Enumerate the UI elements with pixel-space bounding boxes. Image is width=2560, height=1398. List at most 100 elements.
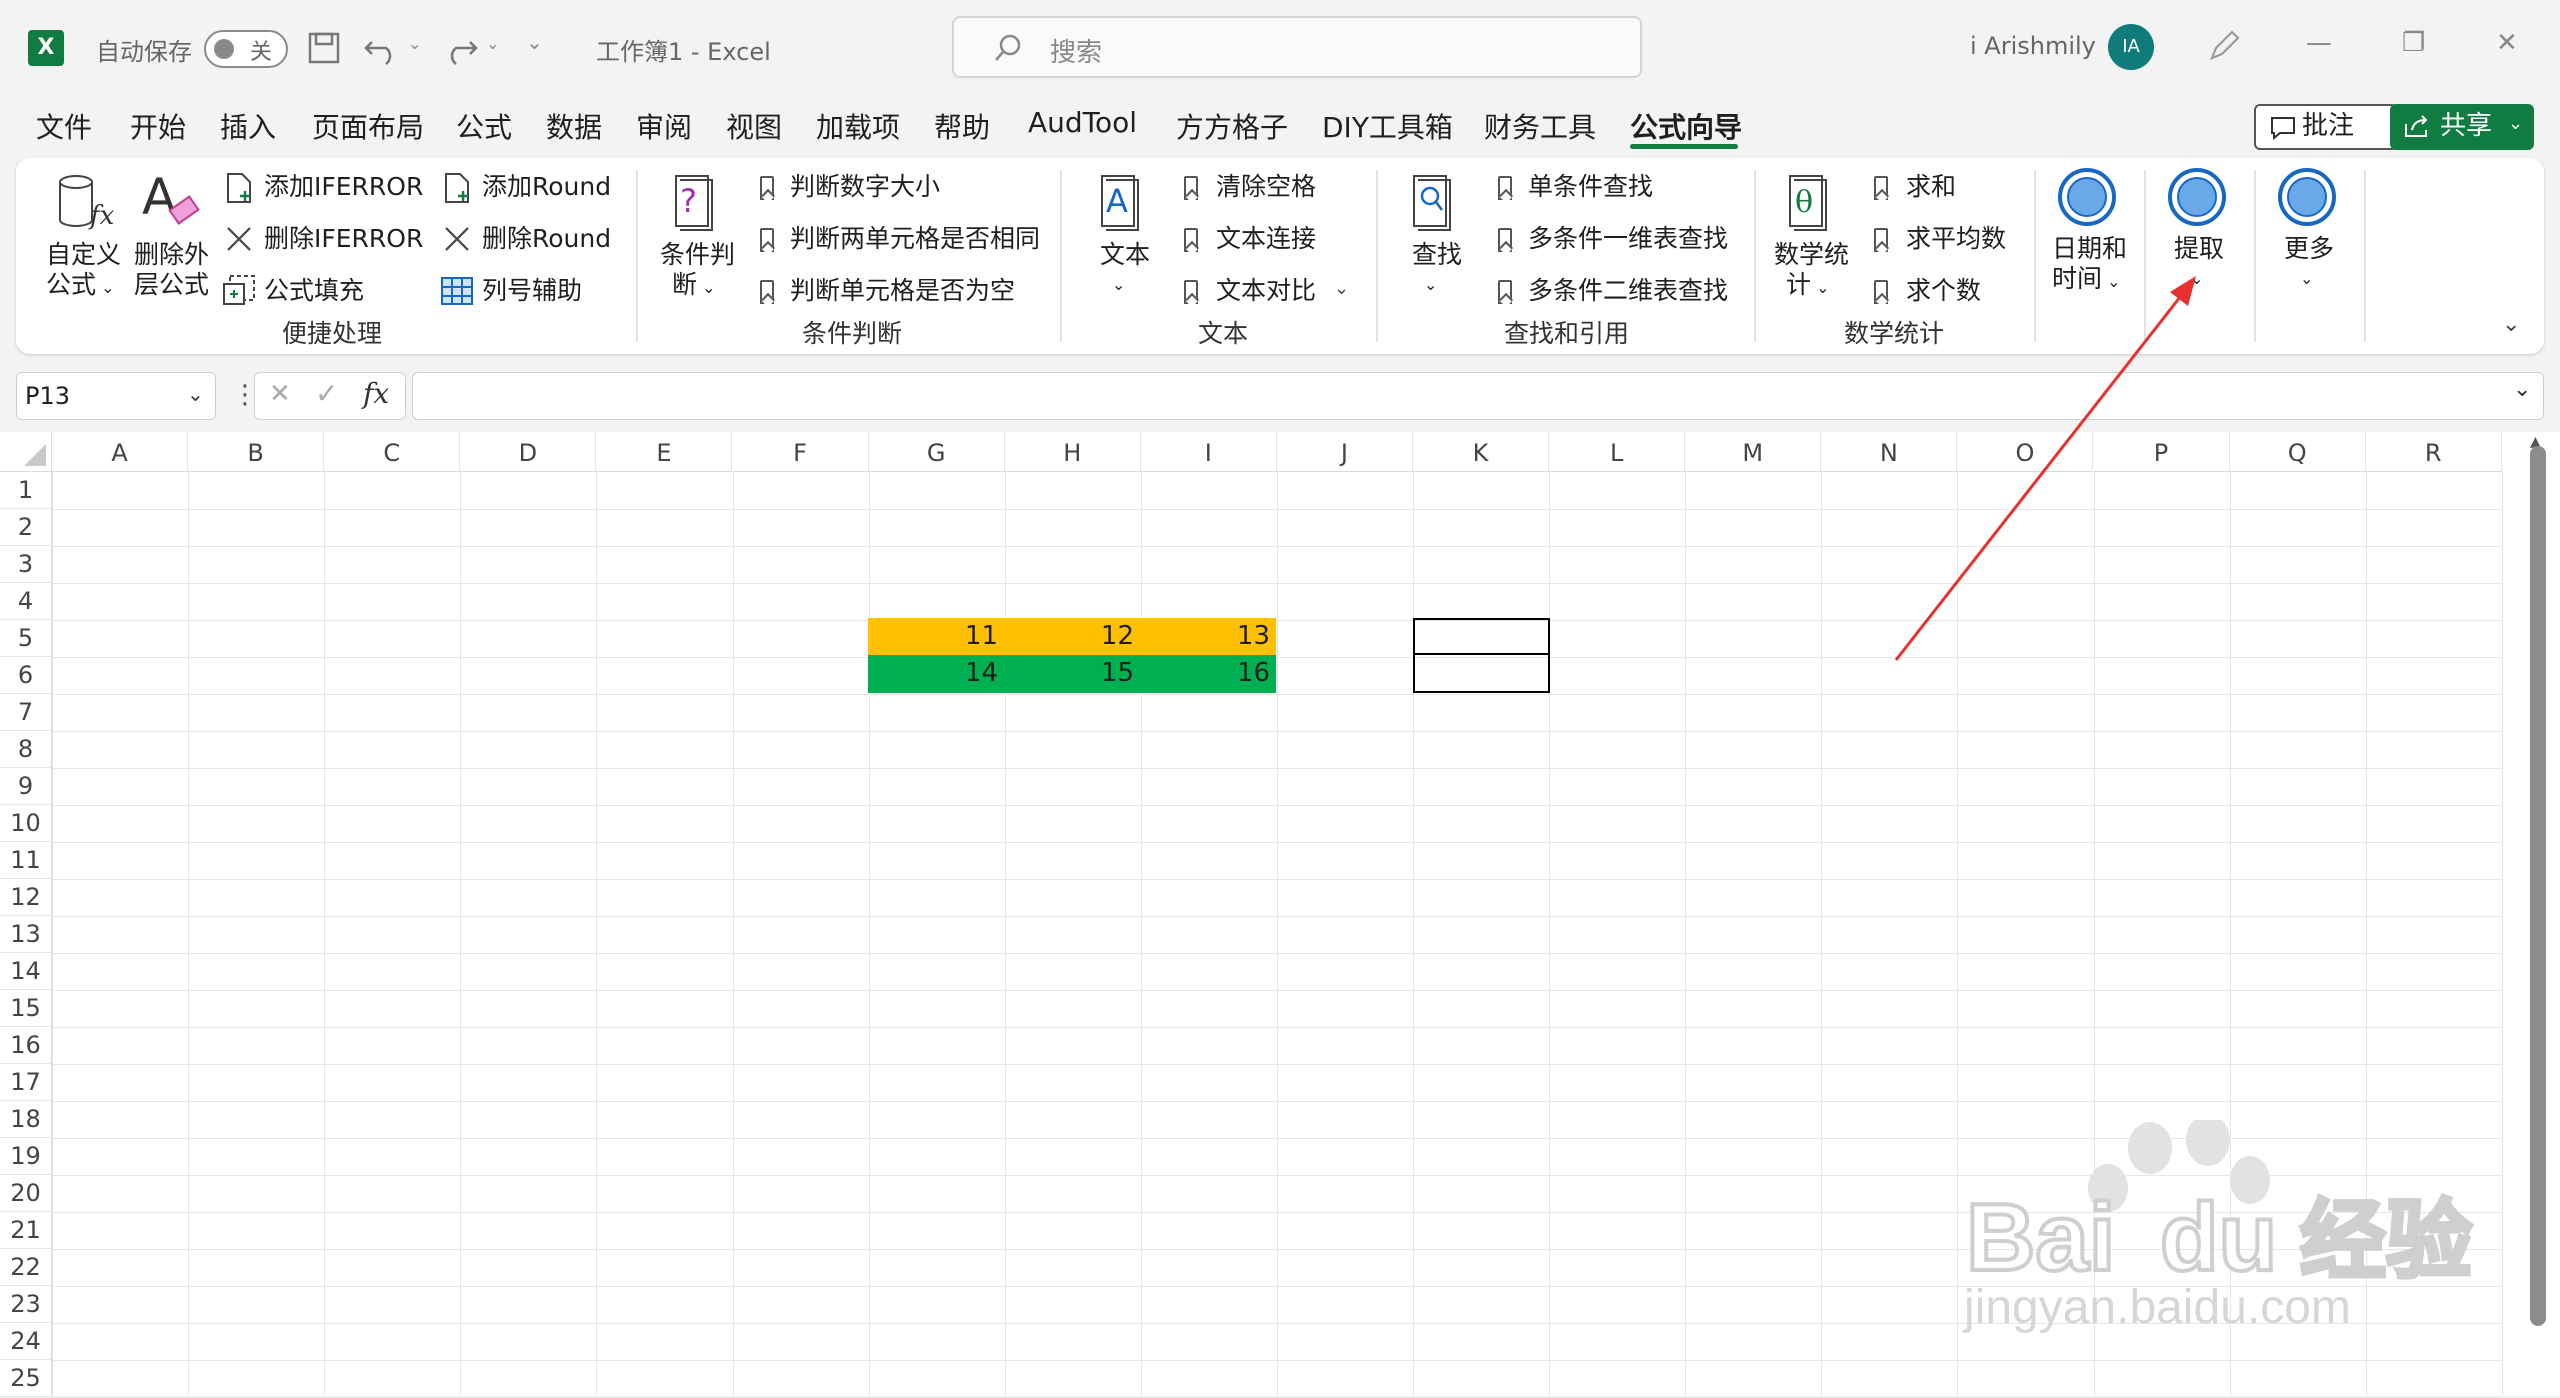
cell-K5[interactable] — [1413, 618, 1550, 655]
row-header-8[interactable]: 8 — [0, 731, 52, 768]
delete-round-button[interactable]: 删除Round — [482, 224, 611, 254]
tab-file[interactable]: 文件 — [36, 106, 92, 146]
math-stats-button[interactable]: 数学统 计 ⌄ — [1774, 240, 1849, 303]
tab-page-layout[interactable]: 页面布局 — [312, 106, 424, 146]
lookup-button[interactable]: 查找 ⌄ — [1412, 240, 1462, 300]
row-header-14[interactable]: 14 — [0, 953, 52, 990]
cell-H6[interactable]: 15 — [1004, 655, 1140, 691]
column-header-M[interactable]: M — [1685, 432, 1822, 472]
row-header-10[interactable]: 10 — [0, 805, 52, 842]
condition-judge-button[interactable]: 条件判 断 ⌄ — [660, 240, 735, 303]
row-header-24[interactable]: 24 — [0, 1323, 52, 1360]
user-name[interactable]: i Arishmily — [1970, 32, 2096, 60]
redo-icon[interactable] — [440, 28, 480, 68]
undo-icon[interactable] — [362, 28, 402, 68]
row-header-11[interactable]: 11 — [0, 842, 52, 879]
fill-formula-button[interactable]: 公式填充 — [264, 276, 364, 306]
column-header-L[interactable]: L — [1549, 432, 1686, 472]
tab-insert[interactable]: 插入 — [220, 106, 276, 146]
custom-formula-button[interactable]: 自定义 公式 ⌄ — [46, 240, 121, 303]
formula-input[interactable]: ⌄ — [412, 372, 2544, 420]
clear-spaces-button[interactable]: 清除空格 — [1216, 172, 1316, 202]
cell-H5[interactable]: 12 — [1004, 618, 1140, 654]
column-header-H[interactable]: H — [1004, 432, 1141, 472]
tab-review[interactable]: 审阅 — [636, 106, 692, 146]
add-iferror-button[interactable]: 添加IFERROR — [264, 172, 423, 202]
row-header-17[interactable]: 17 — [0, 1064, 52, 1101]
cell-G6[interactable]: 14 — [868, 655, 1004, 691]
share-button[interactable]: 共享 ⌄ — [2390, 104, 2534, 150]
multi-condition-1d-lookup-button[interactable]: 多条件一维表查找 — [1528, 224, 1728, 254]
more-button[interactable]: 更多 ⌄ — [2284, 234, 2334, 294]
cell-G5[interactable]: 11 — [868, 618, 1004, 654]
tab-formula-wizard[interactable]: 公式向导 — [1630, 106, 1742, 146]
column-header-I[interactable]: I — [1140, 432, 1277, 472]
redo-dropdown-icon[interactable]: ⌄ — [486, 34, 499, 53]
judge-cell-empty-button[interactable]: 判断单元格是否为空 — [790, 276, 1015, 306]
autosave-toggle[interactable]: 关 — [204, 30, 288, 68]
row-header-19[interactable]: 19 — [0, 1138, 52, 1175]
column-header-B[interactable]: B — [188, 432, 325, 472]
column-header-O[interactable]: O — [1957, 432, 2094, 472]
row-header-2[interactable]: 2 — [0, 509, 52, 546]
text-compare-dropdown-icon[interactable]: ⌄ — [1334, 278, 1349, 299]
column-header-K[interactable]: K — [1413, 432, 1550, 472]
tab-audtool[interactable]: AudTool — [1028, 106, 1137, 139]
text-button[interactable]: 文本 ⌄ — [1100, 240, 1150, 300]
row-header-9[interactable]: 9 — [0, 768, 52, 805]
tab-home[interactable]: 开始 — [130, 106, 186, 146]
name-box[interactable]: P13 ⌄ — [16, 372, 216, 420]
avatar[interactable]: IA — [2108, 24, 2154, 70]
tab-finance-tools[interactable]: 财务工具 — [1484, 106, 1596, 146]
column-header-C[interactable]: C — [324, 432, 461, 472]
share-dropdown-icon[interactable]: ⌄ — [2508, 102, 2523, 146]
average-button[interactable]: 求平均数 — [1906, 224, 2006, 254]
delete-iferror-button[interactable]: 删除IFERROR — [264, 224, 423, 254]
search-box[interactable]: 搜索 — [952, 16, 1642, 78]
judge-cells-equal-button[interactable]: 判断两单元格是否相同 — [790, 224, 1040, 254]
tab-addins[interactable]: 加载项 — [816, 106, 900, 146]
column-header-N[interactable]: N — [1821, 432, 1958, 472]
row-header-16[interactable]: 16 — [0, 1027, 52, 1064]
tab-fangfang[interactable]: 方方格子 — [1176, 106, 1288, 146]
column-header-Q[interactable]: Q — [2229, 432, 2366, 472]
remove-outer-formula-button[interactable]: 删除外 层公式 — [134, 240, 209, 300]
row-header-23[interactable]: 23 — [0, 1286, 52, 1323]
undo-dropdown-icon[interactable]: ⌄ — [408, 34, 421, 53]
restore-icon[interactable]: ❐ — [2402, 28, 2425, 58]
column-number-helper-button[interactable]: 列号辅助 — [482, 276, 582, 306]
column-header-J[interactable]: J — [1276, 432, 1413, 472]
count-button[interactable]: 求个数 — [1906, 276, 1981, 306]
text-join-button[interactable]: 文本连接 — [1216, 224, 1316, 254]
column-header-R[interactable]: R — [2365, 432, 2502, 472]
customize-toolbar-icon[interactable]: ⌄ — [526, 30, 543, 54]
judge-number-size-button[interactable]: 判断数字大小 — [790, 172, 940, 202]
column-header-F[interactable]: F — [732, 432, 869, 472]
tab-view[interactable]: 视图 — [726, 106, 782, 146]
add-round-button[interactable]: 添加Round — [482, 172, 611, 202]
column-header-D[interactable]: D — [460, 432, 597, 472]
row-header-12[interactable]: 12 — [0, 879, 52, 916]
column-header-G[interactable]: G — [868, 432, 1005, 472]
tab-data[interactable]: 数据 — [546, 106, 602, 146]
row-header-13[interactable]: 13 — [0, 916, 52, 953]
cell-I6[interactable]: 16 — [1140, 655, 1276, 691]
cancel-icon[interactable]: ✕ — [269, 379, 291, 409]
tab-help[interactable]: 帮助 — [934, 106, 990, 146]
pen-icon[interactable] — [2206, 28, 2242, 64]
row-header-1[interactable]: 1 — [0, 472, 52, 509]
insert-function-icon[interactable]: fx — [363, 377, 389, 410]
row-header-18[interactable]: 18 — [0, 1101, 52, 1138]
name-box-dropdown-icon[interactable]: ⌄ — [187, 371, 204, 417]
extract-button[interactable]: 提取 ⌄ — [2174, 234, 2224, 294]
column-header-E[interactable]: E — [596, 432, 733, 472]
row-header-4[interactable]: 4 — [0, 583, 52, 620]
cell-K6[interactable] — [1413, 653, 1550, 693]
minimize-icon[interactable]: — — [2306, 28, 2332, 58]
save-icon[interactable] — [306, 30, 342, 66]
row-header-22[interactable]: 22 — [0, 1249, 52, 1286]
single-condition-lookup-button[interactable]: 单条件查找 — [1528, 172, 1653, 202]
text-compare-button[interactable]: 文本对比 — [1216, 276, 1316, 306]
row-header-20[interactable]: 20 — [0, 1175, 52, 1212]
collapse-ribbon-icon[interactable]: ⌄ — [2502, 312, 2520, 337]
